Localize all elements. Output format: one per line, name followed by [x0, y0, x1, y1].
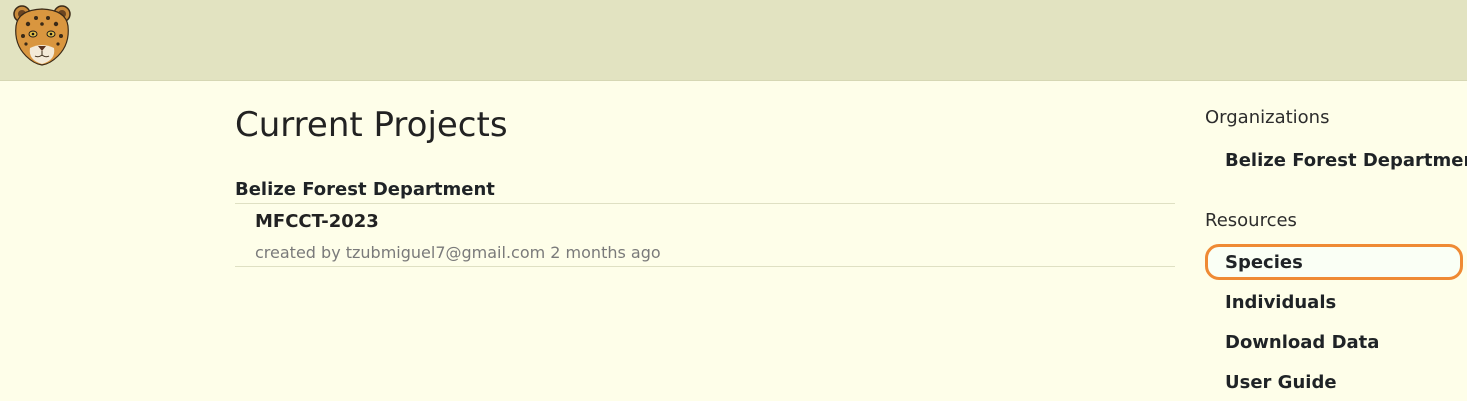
sidebar-item-individuals[interactable]: Individuals: [1225, 291, 1336, 315]
organizations-heading: Organizations: [1205, 107, 1330, 128]
resources-heading: Resources: [1205, 210, 1297, 231]
main-content: Current Projects Belize Forest Departmen…: [235, 104, 1175, 267]
project-item: MFCCT-2023 created by tzubmiguel7@gmail.…: [235, 208, 1175, 267]
jaguar-logo-icon[interactable]: [8, 4, 76, 68]
sidebar-item-species[interactable]: Species: [1225, 251, 1303, 275]
sidebar-item-download-data[interactable]: Download Data: [1225, 331, 1379, 355]
project-link[interactable]: MFCCT-2023: [255, 210, 379, 234]
sidebar-item-user-guide[interactable]: User Guide: [1225, 371, 1337, 395]
page-title: Current Projects: [235, 105, 508, 145]
top-bar: [0, 0, 1467, 81]
project-meta: created by tzubmiguel7@gmail.com 2 month…: [255, 243, 661, 262]
sidebar-item-belize-forest-department[interactable]: Belize Forest Department: [1225, 149, 1467, 173]
organization-heading: Belize Forest Department: [235, 178, 1175, 204]
